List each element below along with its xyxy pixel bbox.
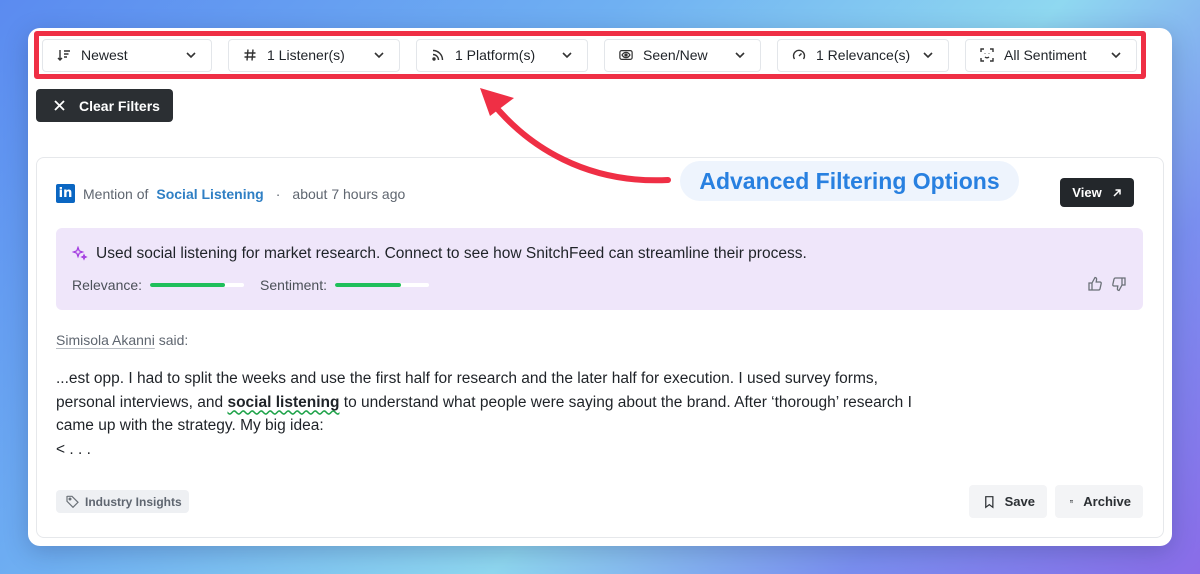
author-line: Simisola Akanni said:	[56, 332, 188, 348]
sentiment-label: Sentiment:	[260, 277, 327, 293]
sentiment-meter-fill	[334, 283, 401, 287]
sentiment-filter-label: All Sentiment	[1004, 47, 1087, 63]
mention-card: in Mention of Social Listening · about 7…	[36, 157, 1164, 538]
listener-filter[interactable]: 1 Listener(s)	[228, 38, 400, 72]
platform-filter-label: 1 Platform(s)	[455, 47, 536, 63]
category-tag[interactable]: Industry Insights	[56, 490, 189, 513]
score-meters: Relevance: Sentiment:	[72, 277, 445, 293]
mention-prefix: Mention of	[83, 185, 149, 202]
author-name[interactable]: Simisola Akanni	[56, 332, 155, 348]
sparkle-icon	[72, 246, 88, 261]
linkedin-icon: in	[56, 184, 75, 203]
thumbs-up-icon[interactable]	[1087, 276, 1103, 292]
chevron-down-icon	[186, 52, 196, 59]
relevance-meter	[150, 283, 245, 287]
sort-icon	[57, 48, 71, 62]
rss-icon	[431, 48, 445, 62]
chevron-down-icon	[374, 52, 384, 59]
thumbs-down-icon[interactable]	[1111, 276, 1127, 292]
face-scan-icon	[980, 48, 994, 62]
tag-icon	[66, 495, 79, 508]
annotation-callout: Advanced Filtering Options	[680, 161, 1019, 201]
ai-insight: Used social listening for market researc…	[72, 245, 807, 263]
ai-insight-text: Used social listening for market researc…	[96, 245, 807, 262]
save-button[interactable]: Save	[969, 485, 1047, 518]
chevron-down-icon	[1111, 52, 1121, 59]
sentiment-filter[interactable]: All Sentiment	[965, 38, 1137, 72]
feedback-buttons	[1087, 276, 1127, 292]
relevance-meter-fill	[150, 283, 226, 287]
relevance-label: Relevance:	[72, 277, 143, 293]
external-link-icon	[1113, 188, 1121, 197]
view-button-label: View	[1072, 185, 1102, 200]
app-window: Newest 1 Listener(s) 1 Platform(s) Seen/…	[28, 28, 1172, 546]
relevance-filter[interactable]: 1 Relevance(s)	[777, 38, 949, 72]
archive-button[interactable]: Archive	[1055, 485, 1143, 518]
seen-filter[interactable]: Seen/New	[604, 38, 761, 72]
ai-insight-box: Used social listening for market researc…	[56, 228, 1143, 310]
body-keyword: social listening	[227, 393, 340, 411]
relevance-filter-label: 1 Relevance(s)	[816, 47, 911, 63]
sort-filter[interactable]: Newest	[42, 38, 212, 72]
clear-filters-label: Clear Filters	[79, 97, 160, 114]
chevron-down-icon	[923, 52, 933, 59]
mention-source: in Mention of Social Listening · about 7…	[56, 184, 405, 203]
platform-filter[interactable]: 1 Platform(s)	[416, 38, 588, 72]
separator-dot: ·	[275, 185, 281, 202]
clear-filters-button[interactable]: Clear Filters	[36, 89, 173, 122]
archive-label: Archive	[1083, 494, 1131, 509]
seen-filter-label: Seen/New	[643, 47, 708, 63]
view-button[interactable]: View	[1060, 178, 1134, 207]
sentiment-meter	[334, 283, 429, 287]
gauge-icon	[792, 48, 806, 62]
filter-bar: Newest 1 Listener(s) 1 Platform(s) Seen/…	[34, 31, 1146, 79]
mention-body: ...est opp. I had to split the weeks and…	[56, 367, 926, 461]
tag-label: Industry Insights	[85, 494, 182, 509]
save-label: Save	[1004, 494, 1035, 509]
body-text-last: < . . .	[56, 440, 91, 458]
listener-link[interactable]: Social Listening	[156, 186, 263, 202]
close-icon	[54, 100, 65, 111]
author-suffix: said:	[154, 332, 189, 348]
bookmark-icon	[985, 495, 994, 509]
archive-icon	[1070, 500, 1074, 503]
eye-icon	[619, 48, 633, 62]
listener-filter-label: 1 Listener(s)	[267, 47, 345, 63]
chevron-down-icon	[735, 52, 745, 59]
mention-time: about 7 hours ago	[292, 185, 406, 202]
hash-icon	[243, 48, 257, 62]
chevron-down-icon	[562, 52, 572, 59]
sort-filter-label: Newest	[81, 47, 128, 63]
